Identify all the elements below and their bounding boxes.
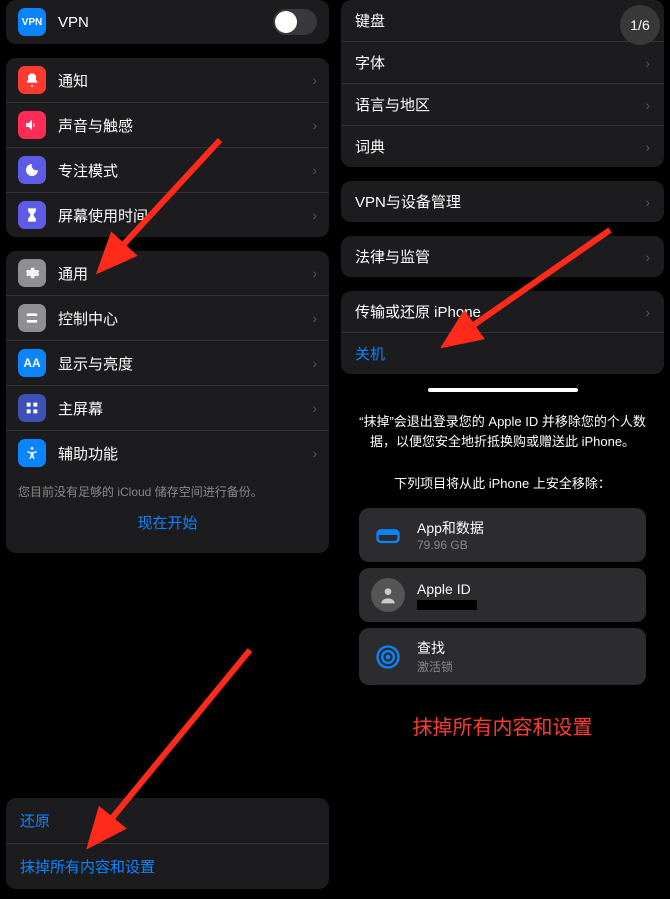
page-counter: 1/6 [620, 5, 660, 45]
language-label: 语言与地区 [355, 94, 645, 115]
focus-label: 专注模式 [58, 160, 312, 181]
row-legal[interactable]: 法律与监管 › [341, 236, 664, 277]
gear-icon [18, 259, 46, 287]
chevron-right-icon: › [645, 194, 650, 210]
storage-icon [371, 518, 405, 552]
chevron-right-icon: › [645, 139, 650, 155]
chevron-right-icon: › [312, 207, 317, 223]
row-vpn-device[interactable]: VPN与设备管理 › [341, 181, 664, 222]
home-indicator [428, 388, 578, 392]
grid-icon [18, 394, 46, 422]
apple-id-title: Apple ID [417, 581, 477, 597]
hourglass-icon [18, 201, 46, 229]
erase-info: “抹掉”会退出登录您的 Apple ID 并移除您的个人数据，以便您安全地折抵换… [341, 400, 664, 463]
chevron-right-icon: › [312, 72, 317, 88]
settings-group-notifications: 通知 › 声音与触感 › 专注模式 › [6, 58, 329, 237]
row-notifications[interactable]: 通知 › [6, 58, 329, 102]
row-display[interactable]: AA 显示与亮度 › [6, 340, 329, 385]
row-home-screen[interactable]: 主屏幕 › [6, 385, 329, 430]
chevron-right-icon: › [312, 162, 317, 178]
row-screentime[interactable]: 屏幕使用时间 › [6, 192, 329, 237]
vpn-label: VPN [58, 14, 273, 31]
settings-group-general: 通用 › 控制中心 › AA 显示与亮度 › [6, 251, 329, 553]
display-label: 显示与亮度 [58, 353, 312, 374]
chevron-right-icon: › [312, 117, 317, 133]
reset-options: 还原 抹掉所有内容和设置 [6, 798, 329, 889]
keyboard-label: 键盘 [355, 10, 645, 31]
vpn-device-label: VPN与设备管理 [355, 191, 645, 212]
general-group-1: 键盘 › 字体 › 语言与地区 › 词典 › [341, 0, 664, 167]
erase-caption: 抹掉所有内容和设置 [341, 691, 664, 760]
item-findmy: 查找 激活锁 [359, 628, 646, 685]
bell-icon [18, 66, 46, 94]
apps-data-sub: 79.96 GB [417, 538, 484, 552]
general-group-2: VPN与设备管理 › [341, 181, 664, 222]
start-now-link[interactable]: 现在开始 [6, 500, 329, 545]
chevron-right-icon: › [645, 97, 650, 113]
chevron-right-icon: › [645, 304, 650, 320]
row-control-center[interactable]: 控制中心 › [6, 295, 329, 340]
general-group-4: 传输或还原 iPhone › 关机 [341, 291, 664, 374]
screentime-label: 屏幕使用时间 [58, 205, 312, 226]
apps-data-title: App和数据 [417, 518, 484, 538]
row-shutdown[interactable]: 关机 [341, 333, 664, 374]
findmy-sub: 激活锁 [417, 658, 453, 675]
chevron-right-icon: › [312, 310, 317, 326]
item-apple-id: Apple ID [359, 568, 646, 622]
control-center-label: 控制中心 [58, 308, 312, 329]
home-screen-label: 主屏幕 [58, 398, 312, 419]
chevron-right-icon: › [312, 265, 317, 281]
switches-icon [18, 304, 46, 332]
row-sounds[interactable]: 声音与触感 › [6, 102, 329, 147]
shutdown-label: 关机 [355, 343, 650, 364]
row-focus[interactable]: 专注模式 › [6, 147, 329, 192]
row-transfer-reset[interactable]: 传输或还原 iPhone › [341, 291, 664, 333]
remove-header: 下列项目将从此 iPhone 上安全移除： [341, 463, 664, 502]
chevron-right-icon: › [645, 55, 650, 71]
accessibility-label: 辅助功能 [58, 443, 312, 464]
transfer-reset-label: 传输或还原 iPhone [355, 301, 645, 322]
vpn-row[interactable]: VPN VPN [6, 0, 329, 44]
chevron-right-icon: › [312, 400, 317, 416]
redacted-block [417, 600, 477, 610]
row-fonts[interactable]: 字体 › [341, 42, 664, 84]
row-language[interactable]: 语言与地区 › [341, 84, 664, 126]
speaker-icon [18, 111, 46, 139]
general-group-3: 法律与监管 › [341, 236, 664, 277]
row-accessibility[interactable]: 辅助功能 › [6, 430, 329, 475]
fonts-label: 字体 [355, 52, 645, 73]
item-apps-data: App和数据 79.96 GB [359, 508, 646, 562]
text-size-icon: AA [18, 349, 46, 377]
general-label: 通用 [58, 263, 312, 284]
row-dictionary[interactable]: 词典 › [341, 126, 664, 167]
chevron-right-icon: › [312, 445, 317, 461]
row-keyboard[interactable]: 键盘 › [341, 0, 664, 42]
vpn-icon: VPN [18, 8, 46, 36]
findmy-title: 查找 [417, 638, 453, 658]
vpn-toggle[interactable] [273, 9, 317, 35]
chevron-right-icon: › [312, 355, 317, 371]
notifications-label: 通知 [58, 70, 312, 91]
row-general[interactable]: 通用 › [6, 251, 329, 295]
restore-row[interactable]: 还原 [6, 798, 329, 843]
legal-label: 法律与监管 [355, 246, 645, 267]
moon-icon [18, 156, 46, 184]
icloud-note: 您目前没有足够的 iCloud 储存空间进行备份。 [6, 475, 329, 500]
accessibility-icon [18, 439, 46, 467]
dictionary-label: 词典 [355, 136, 645, 157]
erase-all-row[interactable]: 抹掉所有内容和设置 [6, 843, 329, 889]
avatar-icon [371, 578, 405, 612]
chevron-right-icon: › [645, 249, 650, 265]
findmy-icon [371, 640, 405, 674]
sounds-label: 声音与触感 [58, 115, 312, 136]
